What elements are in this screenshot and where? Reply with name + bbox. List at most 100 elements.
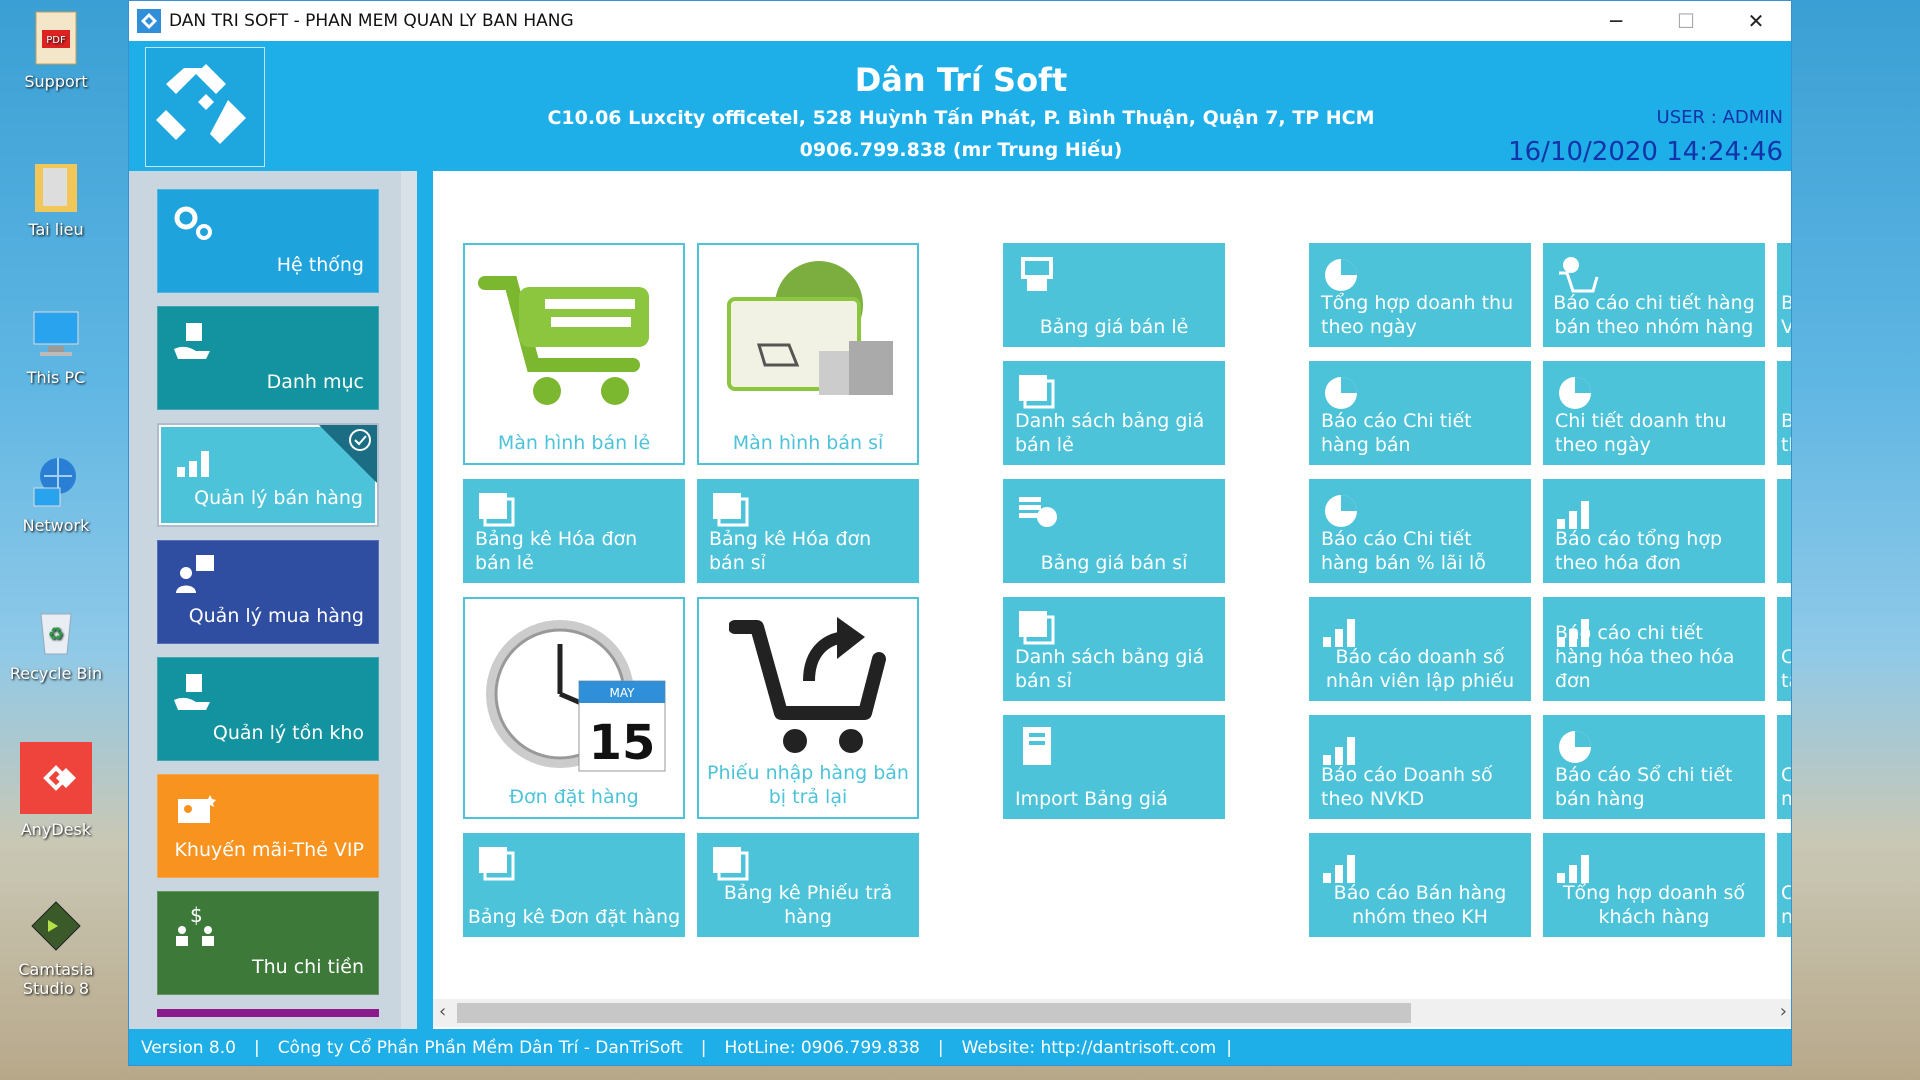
desktop-icon-network[interactable]: Network xyxy=(8,454,104,535)
svg-text:♻: ♻ xyxy=(48,624,64,645)
checkmark-icon xyxy=(349,429,371,451)
sidebar-item-he-thong[interactable]: Hệ thống xyxy=(157,189,379,293)
tile-label: Báo cáo Bán hàng nhóm theo KH xyxy=(1333,882,1507,928)
tile-label: Báo cáo Doanh số theo NVKD xyxy=(1321,764,1493,810)
buyer-icon xyxy=(176,555,214,593)
sidebar-item-next-partial[interactable] xyxy=(157,1009,379,1017)
desktop-icon-camtasia[interactable]: Camtasia Studio 8 xyxy=(8,898,104,998)
datetime-display: 16/10/2020 14:24:46 xyxy=(1508,137,1783,167)
sidebar-item-quan-ly-ton-kho[interactable]: Quản lý tồn kho xyxy=(157,657,379,761)
company-text: Công ty Cổ Phần Phần Mềm Dân Trí - DanTr… xyxy=(277,1038,683,1058)
minimize-button[interactable]: ─ xyxy=(1581,1,1651,41)
tile-label: Báo cáo chi tiết hàng hóa theo hóa đơn xyxy=(1555,622,1735,692)
documents-icon xyxy=(1019,375,1055,409)
tile-bao-cao-doanh-so-nhan-vien[interactable]: Báo cáo doanh số nhân viên lập phiếu xyxy=(1309,597,1531,701)
tile-col6-6[interactable]: C nl xyxy=(1777,833,1791,937)
tile-col6-2[interactable]: B th xyxy=(1777,361,1791,465)
tile-label: Bảng giá bán sỉ xyxy=(1040,552,1188,574)
desktop-icon-recycle-bin[interactable]: ♻ Recycle Bin xyxy=(8,602,104,683)
company-address: C10.06 Luxcity officetel, 528 Huỳnh Tấn … xyxy=(547,107,1375,129)
tile-bao-cao-chi-tiet-hang-hoa-hoa-don[interactable]: Báo cáo chi tiết hàng hóa theo hóa đơn xyxy=(1543,597,1765,701)
folder-icon xyxy=(28,158,84,214)
tile-label: Báo cáo Chi tiết hàng bán xyxy=(1321,410,1472,456)
tile-label: Bảng kê Hóa đơn bán lẻ xyxy=(475,528,638,574)
tile-col6-4[interactable]: C ta xyxy=(1777,597,1791,701)
tile-bang-ke-phieu-tra-hang[interactable]: Bảng kê Phiếu trả hàng xyxy=(697,833,919,937)
tile-col6-5[interactable]: C m xyxy=(1777,715,1791,819)
tile-col6-1[interactable]: B V xyxy=(1777,243,1791,347)
tile-tong-hop-doanh-thu-theo-ngay[interactable]: Tổng hợp doanh thu theo ngày xyxy=(1309,243,1531,347)
status-separator: | xyxy=(937,1038,944,1058)
sidebar-item-quan-ly-mua-hang[interactable]: Quản lý mua hàng xyxy=(157,540,379,644)
sidebar-item-thu-chi-tien[interactable]: $ Thu chi tiền xyxy=(157,891,379,995)
tile-bao-cao-tong-hop-hoa-don[interactable]: Báo cáo tổng hợp theo hóa đơn xyxy=(1543,479,1765,583)
svg-text:15: 15 xyxy=(589,715,656,771)
app-window: DAN TRI SOFT - PHAN MEM QUAN LY BAN HANG… xyxy=(128,0,1792,1066)
tile-bang-gia-ban-si[interactable]: Bảng giá bán sỉ xyxy=(1003,479,1225,583)
sidebar-item-danh-muc[interactable]: Danh mục xyxy=(157,306,379,410)
tile-label: Bảng giá bán lẻ xyxy=(1039,316,1189,338)
tile-label: Chi tiết doanh thu theo ngày xyxy=(1555,410,1727,456)
tile-label: Bảng kê Phiếu trả hàng xyxy=(723,882,893,928)
desktop-icon-label: Camtasia Studio 8 xyxy=(18,960,94,998)
tile-man-hinh-ban-si[interactable]: Màn hình bán sỉ xyxy=(697,243,919,465)
documents-icon xyxy=(713,847,749,881)
tile-tong-hop-doanh-so-khach-hang[interactable]: Tổng hợp doanh số khách hàng xyxy=(1543,833,1765,937)
horizontal-scrollbar[interactable]: ‹ › xyxy=(433,999,1791,1027)
pie-chart-icon xyxy=(1559,731,1591,763)
tile-danh-sach-bang-gia-ban-le[interactable]: Danh sách bảng giá bán lẻ xyxy=(1003,361,1225,465)
tile-col6-3[interactable] xyxy=(1777,479,1791,583)
desktop-icon-tai-lieu[interactable]: Tai lieu xyxy=(8,158,104,239)
scrollbar-thumb[interactable] xyxy=(457,1003,1411,1023)
scroll-right-icon[interactable]: › xyxy=(1780,1001,1787,1022)
tile-bang-gia-ban-le[interactable]: Bảng giá bán lẻ xyxy=(1003,243,1225,347)
tile-man-hinh-ban-le[interactable]: Màn hình bán lẻ xyxy=(463,243,685,465)
window-title: DAN TRI SOFT - PHAN MEM QUAN LY BAN HANG xyxy=(169,11,574,31)
documents-icon xyxy=(713,493,749,527)
tile-bang-ke-hoa-don-ban-si[interactable]: Bảng kê Hóa đơn bán sỉ xyxy=(697,479,919,583)
desktop-icon-support[interactable]: PDF Support xyxy=(8,10,104,91)
tile-phieu-nhap-hang-tra-lai[interactable]: Phiếu nhập hàng bán bị trả lại xyxy=(697,597,919,819)
title-bar[interactable]: DAN TRI SOFT - PHAN MEM QUAN LY BAN HANG… xyxy=(129,1,1791,41)
tile-bang-ke-hoa-don-ban-le[interactable]: Bảng kê Hóa đơn bán lẻ xyxy=(463,479,685,583)
svg-text:PDF: PDF xyxy=(46,35,66,46)
tile-label: Bảng kê Hóa đơn bán sỉ xyxy=(709,528,872,574)
desktop-icon-label: Network xyxy=(22,516,90,535)
sidebar-item-label: Quản lý bán hàng xyxy=(194,487,363,509)
tile-bao-cao-doanh-so-nvkd[interactable]: Báo cáo Doanh số theo NVKD xyxy=(1309,715,1531,819)
tile-bao-cao-so-chi-tiet-ban-hang[interactable]: Báo cáo Sổ chi tiết bán hàng xyxy=(1543,715,1765,819)
tile-don-dat-hang[interactable]: MAY 15 Đơn đặt hàng xyxy=(463,597,685,819)
maximize-button[interactable]: ☐ xyxy=(1651,1,1721,41)
tile-label: C m xyxy=(1781,763,1791,811)
tile-label: Báo cáo Sổ chi tiết bán hàng xyxy=(1555,764,1733,810)
tile-bao-cao-chi-tiet-hang-ban-lai-lo[interactable]: Báo cáo Chi tiết hàng bán % lãi lỗ xyxy=(1309,479,1531,583)
app-header: Dân Trí Soft C10.06 Luxcity officetel, 5… xyxy=(129,41,1791,171)
tile-label: B th xyxy=(1781,410,1791,456)
tile-danh-sach-bang-gia-ban-si[interactable]: Danh sách bảng giá bán sỉ xyxy=(1003,597,1225,701)
close-button[interactable]: ✕ xyxy=(1721,1,1791,41)
gears-icon xyxy=(174,206,212,240)
hotline-text: HotLine: 0906.799.838 xyxy=(724,1038,920,1058)
cart-return-icon xyxy=(729,617,886,753)
bar-chart-icon xyxy=(1557,501,1589,529)
coins-icon xyxy=(1019,497,1057,527)
tile-chi-tiet-doanh-thu-theo-ngay[interactable]: Chi tiết doanh thu theo ngày xyxy=(1543,361,1765,465)
tile-bang-ke-don-dat-hang[interactable]: Bảng kê Đơn đặt hàng xyxy=(463,833,685,937)
tile-bao-cao-chi-tiet-nhom-hang[interactable]: Báo cáo chi tiết hàng bán theo nhóm hàng xyxy=(1543,243,1765,347)
tile-label: Phiếu nhập hàng bán bị trả lại xyxy=(707,762,909,808)
desktop-icon-anydesk[interactable]: AnyDesk xyxy=(8,742,104,839)
desktop-icon-this-pc[interactable]: This PC xyxy=(8,306,104,387)
sidebar-item-khuyen-mai[interactable]: Khuyến mãi-Thẻ VIP xyxy=(157,774,379,878)
user-label: USER : ADMIN xyxy=(1656,107,1783,128)
tile-bao-cao-ban-hang-nhom-kh[interactable]: Báo cáo Bán hàng nhóm theo KH xyxy=(1309,833,1531,937)
bar-chart-icon xyxy=(1323,855,1355,883)
tile-bao-cao-chi-tiet-hang-ban[interactable]: Báo cáo Chi tiết hàng bán xyxy=(1309,361,1531,465)
pie-chart-icon xyxy=(1559,377,1591,409)
tile-import-bang-gia[interactable]: Import Bảng giá xyxy=(1003,715,1225,819)
app-logo-icon xyxy=(137,9,161,33)
scroll-left-icon[interactable]: ‹ xyxy=(439,1001,446,1022)
bar-chart-icon xyxy=(1323,619,1355,647)
camtasia-icon xyxy=(28,898,84,954)
globe-shopping-icon xyxy=(727,261,893,395)
sidebar-item-quan-ly-ban-hang[interactable]: Quản lý bán hàng xyxy=(157,423,379,527)
